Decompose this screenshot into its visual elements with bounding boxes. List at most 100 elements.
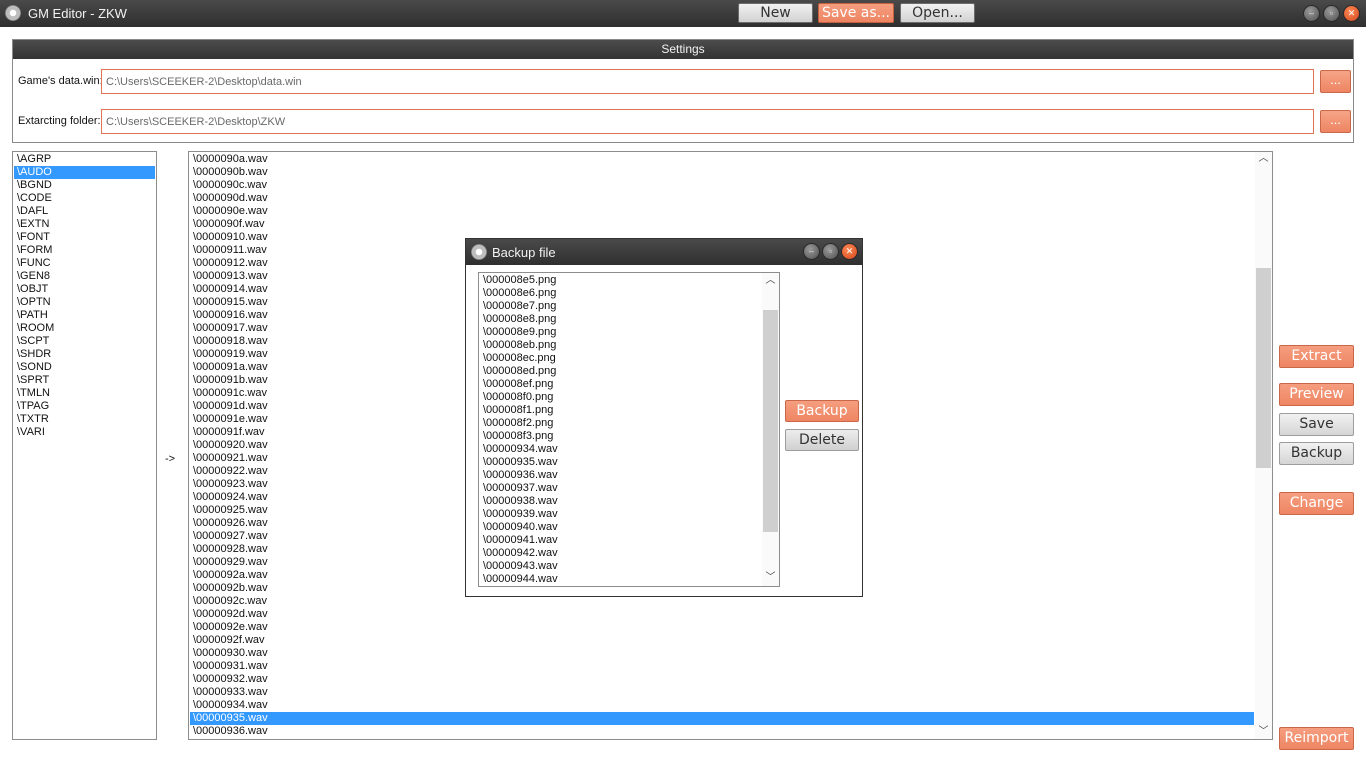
category-item[interactable]: \OBJT bbox=[14, 283, 155, 296]
file-item[interactable]: \00000934.wav bbox=[190, 699, 1254, 712]
file-item[interactable]: \00000931.wav bbox=[190, 660, 1254, 673]
chevron-down-icon[interactable]: ﹀ bbox=[1255, 725, 1272, 739]
backup-file-item[interactable]: \00000938.wav bbox=[480, 495, 761, 508]
backup-file-item[interactable]: \000008e7.png bbox=[480, 300, 761, 313]
backup-file-dialog[interactable]: Backup file – ▫ ✕ \000008e5.png \000008e6… bbox=[465, 238, 863, 597]
category-item[interactable]: \FUNC bbox=[14, 257, 155, 270]
file-list-scroll-thumb[interactable] bbox=[1256, 268, 1271, 468]
backup-button[interactable]: Backup bbox=[1279, 442, 1354, 465]
settings-panel: Settings Game's data.win: ... Extarcting… bbox=[12, 39, 1354, 143]
extract-button[interactable]: Extract bbox=[1279, 345, 1354, 368]
category-item[interactable]: \OPTN bbox=[14, 296, 155, 309]
save-button[interactable]: Save bbox=[1279, 413, 1354, 436]
backup-file-item[interactable]: \000008f2.png bbox=[480, 417, 761, 430]
backup-file-item[interactable]: \000008ef.png bbox=[480, 378, 761, 391]
chevron-down-icon[interactable]: ﹀ bbox=[762, 571, 779, 585]
new-button[interactable]: New bbox=[738, 3, 813, 23]
category-item[interactable]: \BGND bbox=[14, 179, 155, 192]
gear-icon bbox=[5, 5, 21, 21]
backup-list-scrollbar[interactable]: ︿ ﹀ bbox=[762, 273, 779, 586]
file-item[interactable]: \0000090b.wav bbox=[190, 166, 1254, 179]
backup-file-item[interactable]: \00000937.wav bbox=[480, 482, 761, 495]
dialog-backup-button[interactable]: Backup bbox=[785, 400, 859, 422]
backup-file-item[interactable]: \00000935.wav bbox=[480, 456, 761, 469]
minimize-icon[interactable]: – bbox=[1303, 5, 1320, 22]
file-item[interactable]: \0000092f.wav bbox=[190, 634, 1254, 647]
category-item[interactable]: \PATH bbox=[14, 309, 155, 322]
category-item[interactable]: \SPRT bbox=[14, 374, 155, 387]
file-list-scrollbar[interactable]: ︿ ﹀ bbox=[1255, 152, 1272, 739]
category-item[interactable]: \TMLN bbox=[14, 387, 155, 400]
backup-file-item[interactable]: \000008ec.png bbox=[480, 352, 761, 365]
backup-file-item[interactable]: \000008e6.png bbox=[480, 287, 761, 300]
file-item[interactable]: \0000092d.wav bbox=[190, 608, 1254, 621]
close-icon[interactable]: ✕ bbox=[1343, 5, 1360, 22]
backup-file-item[interactable]: \000008f1.png bbox=[480, 404, 761, 417]
backup-file-item[interactable]: \00000943.wav bbox=[480, 560, 761, 573]
category-item[interactable]: \SCPT bbox=[14, 335, 155, 348]
browse-extract-folder-button[interactable]: ... bbox=[1320, 110, 1351, 133]
file-item[interactable]: \00000936.wav bbox=[190, 725, 1254, 738]
data-win-path-input[interactable] bbox=[101, 69, 1314, 94]
title-bar[interactable]: GM Editor - ZKW New Save as... Open... –… bbox=[0, 0, 1366, 27]
close-icon[interactable]: ✕ bbox=[841, 243, 858, 260]
file-item[interactable]: \0000090c.wav bbox=[190, 179, 1254, 192]
category-item[interactable]: \CODE bbox=[14, 192, 155, 205]
backup-file-item[interactable]: \00000941.wav bbox=[480, 534, 761, 547]
extract-folder-label: Extarcting folder: bbox=[18, 115, 101, 127]
dialog-title-bar[interactable]: Backup file – ▫ ✕ bbox=[466, 239, 862, 265]
category-item[interactable]: \TPAG bbox=[14, 400, 155, 413]
category-list[interactable]: \AGRP \AUDO \BGND \CODE \DAFL \EXTN \FONT \FORM… bbox=[12, 151, 157, 740]
file-item[interactable]: \0000090e.wav bbox=[190, 205, 1254, 218]
backup-file-item[interactable]: \00000940.wav bbox=[480, 521, 761, 534]
file-item[interactable]: \0000092e.wav bbox=[190, 621, 1254, 634]
change-button[interactable]: Change bbox=[1279, 492, 1354, 515]
window-title: GM Editor - ZKW bbox=[28, 6, 127, 21]
open-button[interactable]: Open... bbox=[900, 3, 975, 23]
backup-file-item[interactable]: \00000939.wav bbox=[480, 508, 761, 521]
category-item[interactable]: \FONT bbox=[14, 231, 155, 244]
backup-file-item[interactable]: \00000936.wav bbox=[480, 469, 761, 482]
preview-button[interactable]: Preview bbox=[1279, 383, 1354, 406]
backup-list-scroll-thumb[interactable] bbox=[763, 310, 778, 532]
category-item[interactable]: \AUDO bbox=[14, 166, 155, 179]
maximize-icon[interactable]: ▫ bbox=[822, 243, 839, 260]
backup-file-item[interactable]: \00000942.wav bbox=[480, 547, 761, 560]
browse-data-win-button[interactable]: ... bbox=[1320, 70, 1351, 93]
dialog-delete-button[interactable]: Delete bbox=[785, 429, 859, 451]
category-item[interactable]: \FORM bbox=[14, 244, 155, 257]
reimport-button[interactable]: Reimport bbox=[1279, 727, 1354, 750]
category-item[interactable]: \ROOM bbox=[14, 322, 155, 335]
backup-file-item[interactable]: \000008ed.png bbox=[480, 365, 761, 378]
backup-file-item[interactable]: \00000944.wav bbox=[480, 573, 761, 586]
chevron-up-icon[interactable]: ︿ bbox=[1255, 152, 1272, 166]
category-item[interactable]: \GEN8 bbox=[14, 270, 155, 283]
backup-file-item[interactable]: \00000934.wav bbox=[480, 443, 761, 456]
category-item[interactable]: \DAFL bbox=[14, 205, 155, 218]
category-item[interactable]: \TXTR bbox=[14, 413, 155, 426]
file-item[interactable]: \0000090f.wav bbox=[190, 218, 1254, 231]
category-item[interactable]: \VARI bbox=[14, 426, 155, 439]
backup-file-item[interactable]: \000008f0.png bbox=[480, 391, 761, 404]
save-as-button[interactable]: Save as... bbox=[818, 3, 894, 23]
file-item[interactable]: \00000935.wav bbox=[190, 712, 1254, 725]
category-item[interactable]: \EXTN bbox=[14, 218, 155, 231]
maximize-icon[interactable]: ▫ bbox=[1323, 5, 1340, 22]
chevron-up-icon[interactable]: ︿ bbox=[762, 274, 779, 288]
file-item[interactable]: \0000090d.wav bbox=[190, 192, 1254, 205]
file-item[interactable]: \00000933.wav bbox=[190, 686, 1254, 699]
minimize-icon[interactable]: – bbox=[803, 243, 820, 260]
backup-file-item[interactable]: \000008e8.png bbox=[480, 313, 761, 326]
category-item[interactable]: \AGRP bbox=[14, 153, 155, 166]
file-item[interactable]: \0000090a.wav bbox=[190, 153, 1254, 166]
file-item[interactable]: \00000930.wav bbox=[190, 647, 1254, 660]
extract-folder-path-input[interactable] bbox=[101, 109, 1314, 134]
category-item[interactable]: \SOND bbox=[14, 361, 155, 374]
backup-file-item[interactable]: \000008e5.png bbox=[480, 274, 761, 287]
backup-file-item[interactable]: \000008f3.png bbox=[480, 430, 761, 443]
backup-file-item[interactable]: \000008eb.png bbox=[480, 339, 761, 352]
category-item[interactable]: \SHDR bbox=[14, 348, 155, 361]
backup-file-item[interactable]: \000008e9.png bbox=[480, 326, 761, 339]
file-item[interactable]: \00000932.wav bbox=[190, 673, 1254, 686]
backup-file-list[interactable]: \000008e5.png \000008e6.png \000008e7.png \… bbox=[478, 272, 780, 587]
